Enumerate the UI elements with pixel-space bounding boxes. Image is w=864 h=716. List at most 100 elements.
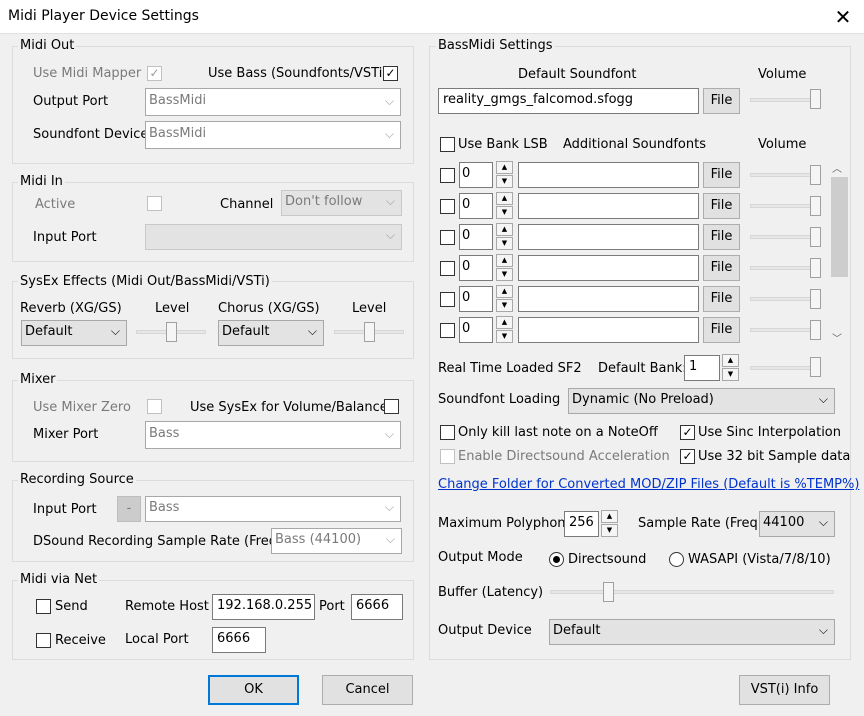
soundfont-bank-input[interactable]: 0 (459, 255, 493, 281)
midi-in-legend: Midi In (18, 174, 65, 189)
max-polyphony-down-icon[interactable]: ▼ (601, 524, 618, 537)
use-bank-lsb-checkbox[interactable] (440, 137, 455, 152)
soundfont-path-input[interactable] (518, 162, 699, 188)
local-port-input[interactable]: 6666 (212, 627, 266, 653)
soundfont-bank-input[interactable]: 0 (459, 193, 493, 219)
soundfont-volume-slider[interactable] (810, 258, 821, 278)
soundfont-row-checkbox[interactable] (440, 292, 455, 307)
bank-up-icon[interactable]: ▲ (496, 285, 513, 298)
default-bank-up-icon[interactable]: ▲ (722, 354, 739, 367)
default-soundfont-input[interactable]: reality_gmgs_falcomod.sfogg (438, 88, 699, 114)
soundfont-volume-slider[interactable] (810, 289, 821, 309)
soundfont-loading-select[interactable]: Dynamic (No Preload) ⌵ (568, 388, 835, 414)
soundfont-file-button[interactable]: File (703, 255, 740, 281)
soundfont-path-input[interactable] (518, 317, 699, 343)
default-bank-input[interactable]: 1 (684, 355, 720, 381)
reverb-level-slider[interactable] (166, 322, 177, 342)
soundfont-path-input[interactable] (518, 286, 699, 312)
kill-last-checkbox[interactable] (440, 425, 455, 440)
chorus-level-slider[interactable] (364, 322, 375, 342)
soundfont-bank-input[interactable]: 0 (459, 162, 493, 188)
use-mixer-zero-checkbox[interactable] (147, 399, 162, 414)
level-label-2: Level (352, 301, 387, 316)
soundfont-bank-input[interactable]: 0 (459, 286, 493, 312)
use-sysex-checkbox[interactable] (384, 399, 399, 414)
bassmidi-legend: BassMidi Settings (436, 38, 555, 53)
use-sinc-checkbox[interactable]: ✓ (680, 425, 695, 440)
bank-down-icon[interactable]: ▼ (496, 175, 513, 188)
active-checkbox[interactable] (147, 196, 162, 211)
soundfont-file-button[interactable]: File (703, 317, 740, 343)
recording-input-port-select[interactable]: Bass ⌵ (145, 496, 401, 522)
realtime-volume-slider[interactable] (810, 357, 821, 377)
soundfont-volume-slider[interactable] (810, 320, 821, 340)
use-midi-mapper-checkbox[interactable]: ✓ (147, 66, 162, 81)
chevron-down-icon: ⌵ (110, 324, 120, 338)
use-32bit-checkbox[interactable]: ✓ (680, 449, 695, 464)
port-input[interactable]: 6666 (351, 594, 403, 620)
chevron-down-icon: ⌵ (385, 228, 395, 242)
soundfont-path-input[interactable] (518, 224, 699, 250)
soundfont-row-checkbox[interactable] (440, 323, 455, 338)
use-bass-checkbox[interactable]: ✓ (383, 66, 398, 81)
wasapi-radio[interactable] (669, 552, 684, 567)
sample-rate-select[interactable]: 44100 ⌵ (759, 511, 835, 537)
chorus-select[interactable]: Default ⌵ (218, 320, 324, 346)
mixer-port-select[interactable]: Bass ⌵ (145, 421, 401, 449)
default-bank-down-icon[interactable]: ▼ (722, 368, 739, 381)
close-icon[interactable]: ✕ (828, 2, 858, 32)
soundfont-volume-slider[interactable] (810, 165, 821, 185)
bank-down-icon[interactable]: ▼ (496, 330, 513, 343)
channel-select[interactable]: Don't follow ⌵ (281, 190, 402, 216)
soundfont-file-button[interactable]: File (703, 193, 740, 219)
recording-dash-button[interactable]: - (117, 496, 141, 522)
reverb-value: Default (25, 324, 73, 339)
scroll-down-icon[interactable]: ﹀ (832, 330, 842, 345)
soundfont-row-checkbox[interactable] (440, 168, 455, 183)
max-polyphony-input[interactable]: 256 (564, 511, 599, 537)
soundfont-row-checkbox[interactable] (440, 199, 455, 214)
bank-down-icon[interactable]: ▼ (496, 237, 513, 250)
bank-up-icon[interactable]: ▲ (496, 223, 513, 236)
bank-up-icon[interactable]: ▲ (496, 161, 513, 174)
directsound-radio[interactable] (549, 552, 564, 567)
default-volume-slider[interactable] (810, 89, 821, 109)
soundfont-path-input[interactable] (518, 255, 699, 281)
default-soundfont-file-button[interactable]: File (703, 88, 740, 114)
soundfont-volume-slider[interactable] (810, 227, 821, 247)
scroll-up-icon[interactable]: ︿ (832, 160, 842, 175)
enable-ds-checkbox[interactable] (440, 449, 455, 464)
soundfont-bank-input[interactable]: 0 (459, 317, 493, 343)
bank-up-icon[interactable]: ▲ (496, 192, 513, 205)
soundfont-bank-input[interactable]: 0 (459, 224, 493, 250)
bank-down-icon[interactable]: ▼ (496, 299, 513, 312)
bank-up-icon[interactable]: ▲ (496, 254, 513, 267)
output-port-label: Output Port (33, 94, 109, 109)
ok-button[interactable]: OK (208, 675, 299, 705)
midi-in-input-port-select[interactable]: ⌵ (145, 224, 402, 250)
soundfont-file-button[interactable]: File (703, 224, 740, 250)
soundfont-file-button[interactable]: File (703, 286, 740, 312)
soundfont-device-select[interactable]: BassMidi ⌵ (145, 121, 401, 149)
change-folder-link[interactable]: Change Folder for Converted MOD/ZIP File… (438, 477, 859, 492)
remote-host-input[interactable]: 192.168.0.255 (212, 594, 315, 620)
cancel-button[interactable]: Cancel (322, 675, 413, 705)
buffer-slider[interactable] (603, 582, 614, 602)
output-device-select[interactable]: Default ⌵ (549, 619, 835, 645)
bank-down-icon[interactable]: ▼ (496, 206, 513, 219)
receive-checkbox[interactable] (36, 633, 51, 648)
soundfont-row-checkbox[interactable] (440, 230, 455, 245)
soundfont-file-button[interactable]: File (703, 162, 740, 188)
bank-down-icon[interactable]: ▼ (496, 268, 513, 281)
output-port-select[interactable]: BassMidi ⌵ (145, 88, 401, 116)
bank-up-icon[interactable]: ▲ (496, 316, 513, 329)
soundfont-volume-slider[interactable] (810, 196, 821, 216)
soundfont-path-input[interactable] (518, 193, 699, 219)
scroll-thumb[interactable] (831, 177, 848, 277)
recording-rate-select[interactable]: Bass (44100) ⌵ (271, 528, 402, 554)
reverb-select[interactable]: Default ⌵ (21, 320, 127, 346)
soundfont-row-checkbox[interactable] (440, 261, 455, 276)
vsti-info-button[interactable]: VST(i) Info (739, 675, 830, 705)
send-checkbox[interactable] (36, 599, 51, 614)
max-polyphony-up-icon[interactable]: ▲ (601, 510, 618, 523)
